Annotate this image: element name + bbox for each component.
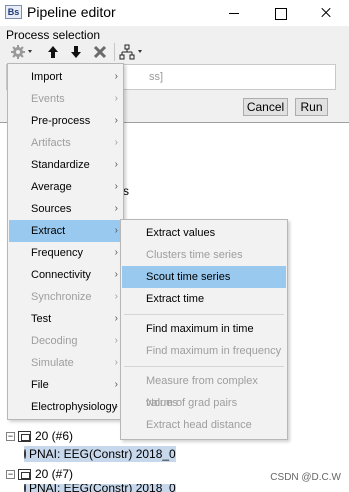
- menu-item-synchronize: Synchronize ›: [9, 286, 122, 308]
- menu-item-file[interactable]: File ›: [9, 374, 122, 396]
- menu-item-standardize[interactable]: Standardize ›: [9, 154, 122, 176]
- menu-separator: [124, 366, 284, 367]
- tree-file-item[interactable]: PNAI: EEG(Constr) 2018_06: [24, 446, 176, 462]
- title-bar: Bs Pipeline editor: [0, 0, 349, 26]
- menu-item-label: Artifacts: [31, 137, 71, 149]
- tree-node-label: 20 (#7): [35, 467, 74, 481]
- chevron-right-icon: ›: [114, 313, 118, 324]
- menu-item-test[interactable]: Test ›: [9, 308, 122, 330]
- menu-item-label: Events: [31, 93, 65, 105]
- menu-item-events: Events ›: [9, 88, 122, 110]
- menu-item-extract-values[interactable]: Extract values: [122, 222, 286, 244]
- process-list-text: ss]: [149, 71, 164, 83]
- minimize-icon[interactable]: [211, 0, 257, 26]
- chevron-right-icon: ›: [114, 71, 118, 82]
- menu-item-average[interactable]: Average ›: [9, 176, 122, 198]
- menu-item-extract-time[interactable]: Extract time: [122, 288, 286, 310]
- menu-item-label: Test: [31, 313, 52, 325]
- menu-item-label: Sources: [31, 203, 72, 215]
- menu-item-clusters-time-series: Clusters time series: [146, 249, 243, 261]
- process-selection-label: Process selection: [6, 28, 101, 42]
- chevron-right-icon: ›: [114, 401, 118, 412]
- menu-item-label: Extract: [31, 225, 66, 237]
- menu-item-scout-time-series[interactable]: Scout time series: [122, 266, 286, 288]
- chevron-right-icon: ›: [114, 225, 118, 236]
- menu-item-label: Simulate: [31, 357, 74, 369]
- chevron-right-icon: ›: [114, 379, 118, 390]
- chevron-right-icon: ›: [114, 137, 118, 148]
- brainstorm-app-icon: Bs: [5, 5, 22, 19]
- tree-node-label: 20 (#6): [35, 429, 74, 443]
- extract-submenu: Extract values Clusters time series Scou…: [120, 219, 288, 440]
- window-title: Pipeline editor: [27, 4, 116, 20]
- menu-item-label: Import: [31, 71, 63, 83]
- chevron-right-icon: ›: [114, 93, 118, 104]
- menu-item-extract-head-distance: Extract head distance: [146, 419, 252, 431]
- gear-icon[interactable]: [10, 42, 36, 62]
- run-button[interactable]: Run: [295, 98, 328, 116]
- menu-item-label: File: [31, 379, 49, 391]
- menu-item-label: Synchronize: [31, 291, 92, 303]
- chevron-right-icon: ›: [114, 115, 118, 126]
- menu-item-label: Standardize: [31, 159, 90, 171]
- menu-item-norm-of-grad-pairs: Norm of grad pairs: [146, 397, 238, 409]
- watermark: CSDN @D.C.W: [270, 472, 341, 483]
- close-icon[interactable]: [303, 0, 349, 26]
- chevron-right-icon: ›: [114, 181, 118, 192]
- cancel-button[interactable]: Cancel: [243, 98, 288, 116]
- chevron-right-icon: ›: [114, 357, 118, 368]
- tree-node[interactable]: − 20 (#6): [6, 428, 73, 444]
- chevron-right-icon: ›: [114, 335, 118, 346]
- chevron-right-icon: ›: [114, 159, 118, 170]
- toolbar-separator: [114, 43, 115, 61]
- menu-item-measure-from-complex-values: Measure from complex values: [146, 375, 258, 409]
- process-category-menu: Import › Events › Pre-process › Artifacts › …: [7, 63, 124, 420]
- delete-x-icon[interactable]: [91, 42, 109, 62]
- chevron-right-icon: ›: [114, 247, 118, 258]
- menu-item-find-maximum-in-frequency: Find maximum in frequency: [146, 345, 282, 357]
- menu-item-electrophysiology[interactable]: Electrophysiology ›: [9, 396, 122, 418]
- menu-item-label: Pre-process: [31, 115, 91, 127]
- subject-icon: [18, 430, 31, 442]
- maximize-icon[interactable]: [257, 0, 303, 26]
- chevron-right-icon: ›: [114, 291, 118, 302]
- chevron-right-icon: ›: [114, 203, 118, 214]
- menu-item-simulate: Simulate ›: [9, 352, 122, 374]
- tree-file-label: PNAI: EEG(Constr) 2018_06: [29, 447, 176, 461]
- collapse-icon[interactable]: −: [6, 431, 15, 441]
- menu-item-label: Frequency: [31, 247, 83, 259]
- menu-item-label: Connectivity: [31, 269, 91, 281]
- menu-item-connectivity[interactable]: Connectivity ›: [9, 264, 122, 286]
- menu-item-decoding: Decoding ›: [9, 330, 122, 352]
- arrow-down-icon[interactable]: [67, 42, 85, 62]
- menu-item-label: Electrophysiology: [31, 401, 118, 413]
- menu-item-import[interactable]: Import ›: [9, 66, 122, 88]
- menu-item-frequency[interactable]: Frequency ›: [9, 242, 122, 264]
- chevron-right-icon: ›: [114, 269, 118, 280]
- menu-item-artifacts: Artifacts ›: [9, 132, 122, 154]
- eeg-file-icon: [24, 449, 26, 459]
- eeg-file-icon: [24, 484, 26, 492]
- menu-item-label: Decoding: [31, 335, 78, 347]
- collapse-icon[interactable]: −: [6, 469, 15, 479]
- menu-item-extract[interactable]: Extract ›: [9, 220, 122, 242]
- arrow-up-icon[interactable]: [44, 42, 62, 62]
- menu-separator: [124, 314, 284, 315]
- menu-item-label: Average: [31, 181, 72, 193]
- tree-file-item[interactable]: PNAI: EEG(Constr) 2018_07: [24, 484, 176, 492]
- menu-item-pre-process[interactable]: Pre-process ›: [9, 110, 122, 132]
- pipeline-tree-icon[interactable]: [118, 42, 146, 62]
- tree-file-label: PNAI: EEG(Constr) 2018_07: [29, 484, 176, 492]
- tree-node[interactable]: − 20 (#7): [6, 466, 73, 482]
- menu-item-find-maximum-in-time[interactable]: Find maximum in time: [122, 318, 286, 340]
- subject-icon: [18, 468, 31, 480]
- menu-item-sources[interactable]: Sources ›: [9, 198, 122, 220]
